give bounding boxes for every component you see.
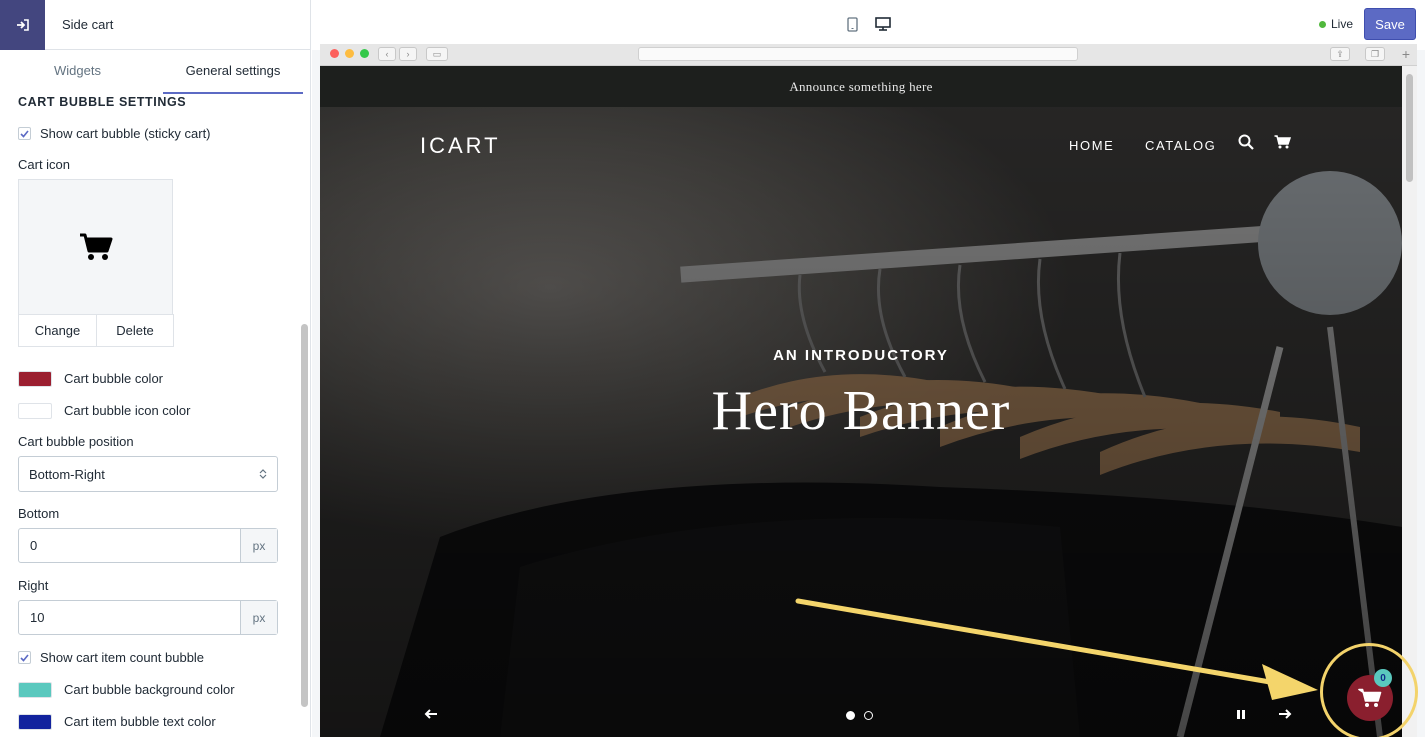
- panel-header: Side cart: [0, 0, 310, 50]
- bottom-field: px: [18, 528, 278, 563]
- preview-scrollbar-thumb[interactable]: [1406, 74, 1413, 182]
- sidebar-toggle-icon: ▭: [426, 47, 448, 61]
- minimize-dot: [345, 49, 354, 58]
- checkmark-icon: [20, 653, 29, 662]
- save-button[interactable]: Save: [1364, 8, 1416, 40]
- checkmark-icon: [20, 129, 29, 138]
- desktop-view-button[interactable]: [869, 0, 896, 49]
- live-status-text: Live: [1331, 17, 1354, 31]
- right-label: Right: [18, 578, 49, 593]
- settings-panel: Side cart Widgets General settings CART …: [0, 0, 311, 737]
- slide-dot-2[interactable]: [864, 711, 873, 720]
- exit-button[interactable]: [0, 0, 45, 50]
- maximize-dot: [360, 49, 369, 58]
- slide-dot-1[interactable]: [846, 711, 855, 720]
- pause-icon[interactable]: [1236, 709, 1246, 720]
- mobile-icon: [847, 17, 858, 32]
- mobile-view-button[interactable]: [839, 0, 866, 49]
- tabs-icon: ❐: [1365, 47, 1385, 61]
- tab-widgets[interactable]: Widgets: [0, 50, 155, 94]
- browser-chrome: ‹ › ▭ ⇪ ❐ +: [320, 44, 1417, 66]
- panel-scrollbar-thumb[interactable]: [301, 324, 308, 707]
- url-bar: [638, 47, 1078, 61]
- tab-general-settings[interactable]: General settings: [163, 50, 303, 94]
- show-cart-bubble-checkbox[interactable]: [18, 127, 31, 140]
- bottom-input[interactable]: [19, 529, 240, 562]
- position-select[interactable]: Bottom-Right: [18, 456, 278, 492]
- cart-icon-label: Cart icon: [18, 157, 71, 172]
- back-icon: ‹: [378, 47, 396, 61]
- position-select-value: Bottom-Right: [29, 466, 105, 482]
- forward-icon: ›: [399, 47, 417, 61]
- panel-scrollbar[interactable]: [298, 94, 310, 737]
- exit-icon: [16, 19, 29, 31]
- count-bg-color-swatch[interactable]: [18, 682, 52, 698]
- live-status: Live: [1319, 17, 1353, 31]
- hero-subtitle: AN INTRODUCTORY: [773, 347, 949, 364]
- cart-icon-preview: [18, 179, 173, 314]
- cart-bubble-color-label: Cart bubble color: [64, 371, 163, 386]
- close-dot: [330, 49, 339, 58]
- arrow-right-icon[interactable]: [1278, 708, 1292, 720]
- panel-tabs: Widgets General settings: [0, 50, 310, 94]
- panel-title: Side cart: [62, 17, 114, 32]
- search-icon[interactable]: [1238, 134, 1254, 150]
- settings-form: CART BUBBLE SETTINGS Show cart bubble (s…: [0, 94, 298, 737]
- count-bg-color-label: Cart bubble background color: [64, 682, 235, 697]
- nav-home[interactable]: HOME: [1069, 138, 1114, 153]
- position-label: Cart bubble position: [18, 434, 134, 449]
- new-tab-icon: +: [1401, 46, 1411, 62]
- cart-icon: [1358, 688, 1382, 707]
- section-heading: CART BUBBLE SETTINGS: [18, 95, 187, 109]
- count-text-color-label: Cart item bubble text color: [64, 714, 216, 729]
- announcement-bar: Announce something here: [320, 66, 1402, 107]
- cart-bubble-icon-color-swatch[interactable]: [18, 403, 52, 419]
- nav-catalog[interactable]: CATALOG: [1145, 138, 1216, 153]
- top-bar: Live Save: [312, 0, 1425, 50]
- hero-banner: ICART HOME CATALOG AN INTRODUCTORY Hero …: [320, 107, 1402, 737]
- live-dot: [1319, 20, 1326, 28]
- bottom-unit: px: [240, 529, 277, 562]
- store-preview: Announce something here ICART HOME CATAL…: [320, 66, 1402, 737]
- show-count-label: Show cart item count bubble: [40, 650, 205, 665]
- right-unit: px: [240, 601, 277, 634]
- cart-icon: [79, 233, 112, 260]
- delete-icon-button[interactable]: Delete: [96, 314, 174, 347]
- cart-bubble-icon-color-label: Cart bubble icon color: [64, 403, 191, 418]
- change-icon-button[interactable]: Change: [18, 314, 97, 347]
- hero-title: Hero Banner: [711, 380, 1011, 442]
- cart-count-bubble: 0: [1374, 669, 1392, 687]
- show-count-checkbox[interactable]: [18, 651, 31, 664]
- right-input[interactable]: [19, 601, 240, 634]
- select-arrows-icon: [259, 469, 267, 479]
- preview-scrollbar[interactable]: [1402, 66, 1417, 737]
- arrow-left-icon[interactable]: [424, 708, 438, 720]
- desktop-icon: [874, 16, 891, 31]
- store-logo[interactable]: ICART: [420, 133, 501, 159]
- right-field: px: [18, 600, 278, 635]
- share-icon: ⇪: [1330, 47, 1350, 61]
- bottom-label: Bottom: [18, 506, 60, 521]
- cart-icon[interactable]: [1274, 135, 1291, 149]
- count-text-color-swatch[interactable]: [18, 714, 52, 730]
- show-cart-bubble-label: Show cart bubble (sticky cart): [40, 126, 211, 141]
- cart-bubble-color-swatch[interactable]: [18, 371, 52, 387]
